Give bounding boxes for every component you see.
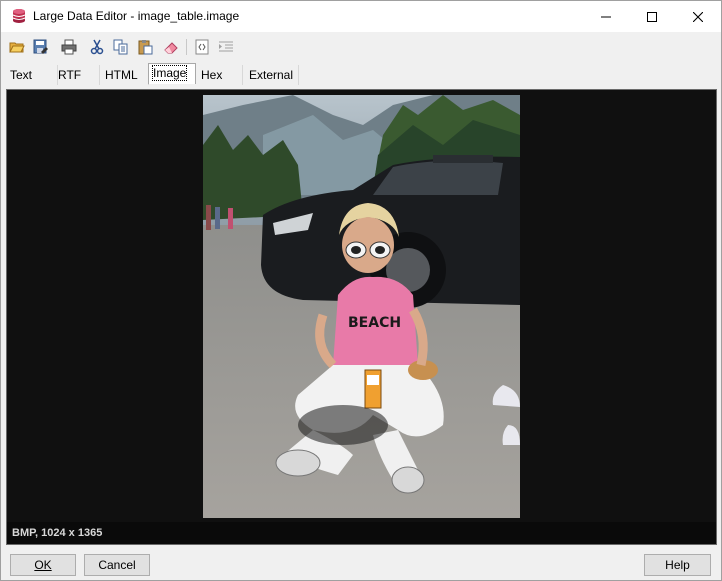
indent-icon[interactable] — [216, 37, 236, 57]
tab-image[interactable]: Image — [148, 63, 196, 84]
ok-button[interactable]: OK — [10, 554, 76, 576]
eraser-icon[interactable] — [161, 37, 181, 57]
editor-window: Large Data Editor - image_table.image Te… — [0, 0, 722, 581]
tab-label: HTML — [105, 68, 138, 82]
tab-label: Text — [10, 68, 33, 82]
image-info: BMP, 1024 x 1365 — [12, 527, 103, 539]
preview-image: BEACH — [203, 95, 520, 518]
tab-rtf[interactable]: RTF — [52, 65, 100, 85]
tab-text[interactable]: Text — [4, 65, 58, 85]
tab-label: RTF — [58, 68, 82, 82]
paste-icon[interactable] — [135, 37, 155, 57]
save-as-icon[interactable] — [31, 37, 51, 57]
tab-label: Hex — [201, 68, 223, 82]
tab-bar: Text RTF HTML Image Hex External — [1, 63, 721, 85]
tab-label: Image — [151, 65, 188, 81]
window-title: Large Data Editor - image_table.image — [33, 9, 240, 23]
cancel-label: Cancel — [98, 558, 136, 572]
tab-external[interactable]: External — [243, 65, 299, 85]
image-status-bar: BMP, 1024 x 1365 — [7, 522, 716, 544]
title-bar[interactable]: Large Data Editor - image_table.image — [1, 1, 721, 32]
help-label: Help — [665, 558, 690, 572]
tab-hex[interactable]: Hex — [195, 65, 243, 85]
svg-text:BEACH: BEACH — [348, 315, 401, 331]
ok-label: OK — [34, 558, 52, 572]
cut-icon[interactable] — [87, 37, 107, 57]
image-viewer[interactable]: BEACH BMP, 1024 x 1365 — [6, 89, 717, 545]
toolbar-separator — [186, 39, 187, 55]
database-icon — [11, 8, 27, 24]
source-icon[interactable] — [192, 37, 212, 57]
toolbar — [1, 32, 721, 62]
print-icon[interactable] — [59, 37, 79, 57]
copy-icon[interactable] — [111, 37, 131, 57]
minimize-button[interactable] — [583, 1, 629, 32]
maximize-button[interactable] — [629, 1, 675, 32]
cancel-button[interactable]: Cancel — [84, 554, 150, 576]
close-button[interactable] — [675, 1, 721, 32]
help-button[interactable]: Help — [644, 554, 711, 576]
tab-label: External — [249, 68, 294, 82]
tab-html[interactable]: HTML — [99, 65, 149, 85]
open-icon[interactable] — [7, 37, 27, 57]
